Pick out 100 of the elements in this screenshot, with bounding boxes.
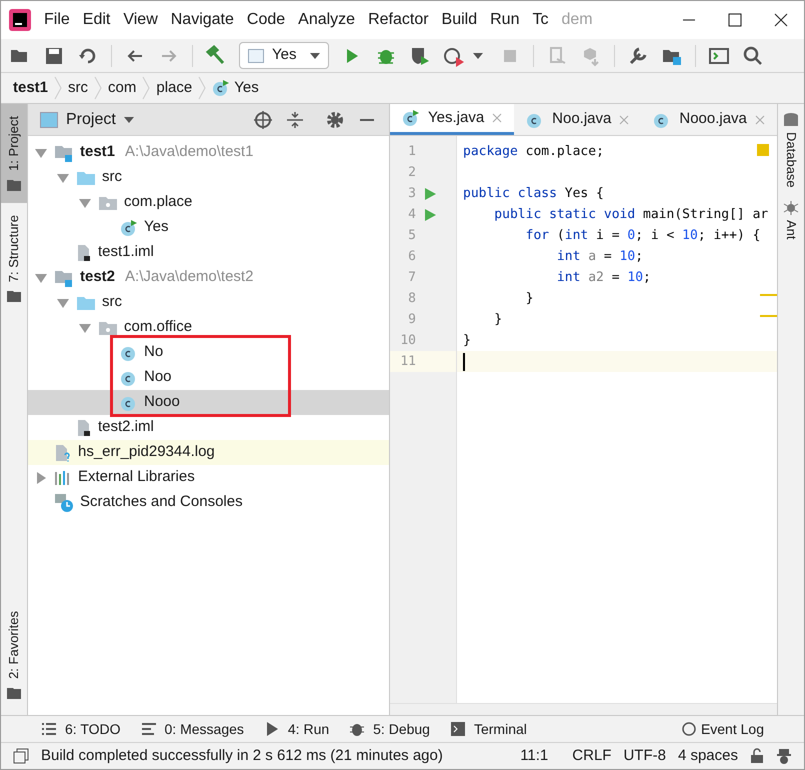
bug-icon	[349, 721, 366, 737]
panel-window-icon	[40, 112, 58, 128]
tool-window-button[interactable]: 6: TODO	[41, 718, 121, 740]
code-token: ; i <	[635, 226, 676, 245]
package-icon	[98, 320, 118, 336]
chevron-separator-icon	[53, 75, 64, 101]
panel-title[interactable]: Project	[66, 108, 116, 132]
file-encoding[interactable]: UTF-8	[623, 744, 666, 768]
settings-icon[interactable]	[325, 110, 345, 130]
caret-icon[interactable]	[124, 116, 134, 122]
menu-item[interactable]: File	[44, 8, 70, 32]
tree-item-label: Scratches and Consoles	[80, 492, 243, 512]
text-cursor	[463, 352, 465, 370]
menu-item[interactable]: Code	[246, 8, 286, 32]
tool-window-button[interactable]: Terminal	[450, 718, 527, 740]
code-token: ;	[635, 248, 644, 266]
tree-item[interactable]: test2.iml	[28, 415, 389, 440]
line-number: 6	[407, 248, 417, 266]
tool-window-tab[interactable]: 2: Favorites	[1, 599, 27, 711]
libraries-icon	[54, 470, 72, 486]
code-token: com.place;	[524, 142, 604, 161]
unknown-file-icon	[54, 444, 72, 462]
editor-tab[interactable]: Yes.java	[390, 104, 514, 135]
event-log-button[interactable]: Event Log	[680, 718, 764, 740]
tool-window-button[interactable]: 5: Debug	[349, 718, 430, 740]
code-token: }	[524, 290, 534, 308]
code-token: package	[463, 142, 518, 161]
code-token: int	[556, 248, 580, 266]
code-token: int	[564, 226, 588, 245]
breadcrumb-item[interactable]: Yes	[234, 76, 259, 100]
caret-position[interactable]: 11:1	[520, 744, 548, 768]
collapse-all-icon[interactable]	[285, 110, 305, 130]
module-path: A:\Java\demo\test1	[125, 142, 254, 162]
editor-tab[interactable]: Nooo.java	[641, 104, 777, 135]
crosshair-icon[interactable]	[253, 110, 273, 130]
tree-item[interactable]: src	[28, 165, 389, 190]
menu-item[interactable]: Tc	[532, 8, 548, 32]
menu-item[interactable]: Navigate	[170, 8, 234, 32]
line-separator[interactable]: CRLF	[572, 744, 612, 768]
tree-item-label: Nooo	[144, 392, 180, 412]
tool-window-tab[interactable]: Ant	[781, 200, 801, 240]
caret-icon[interactable]	[473, 52, 483, 58]
line-number: 10	[399, 332, 417, 350]
menu-item[interactable]: Edit	[82, 8, 110, 32]
menu-item[interactable]: Run	[490, 8, 520, 32]
tool-window-tab[interactable]: 1: Project	[1, 104, 27, 203]
breadcrumb-item[interactable]: place	[156, 76, 192, 100]
chevron-separator-icon	[141, 75, 152, 101]
code-token: Yes {	[564, 184, 604, 203]
tree-item[interactable]: External Libraries	[28, 465, 389, 490]
code-token: }	[493, 310, 502, 329]
menu-item[interactable]: Analyze	[298, 8, 356, 32]
tree-item[interactable]: Yes	[28, 215, 389, 240]
tree-item-label: test2	[80, 267, 116, 288]
tree-item[interactable]: com.place	[28, 190, 389, 215]
tree-item[interactable]: test2 A:\Java\demo\test2	[28, 265, 389, 290]
inspector-icon[interactable]	[776, 748, 792, 764]
menu-item[interactable]: Build	[442, 8, 478, 32]
code-token: ; i++) {	[698, 226, 760, 245]
file-icon	[76, 418, 92, 436]
tree-item[interactable]: test1.iml	[28, 240, 389, 265]
caret-icon	[310, 52, 320, 58]
menu-item[interactable]: View	[123, 8, 158, 32]
collapsed-arrow-icon	[34, 470, 48, 484]
tree-item-label: src	[102, 167, 122, 188]
panel-toggle-icon[interactable]	[13, 748, 29, 764]
breadcrumb-item[interactable]: com	[108, 76, 136, 100]
code-token: (	[556, 226, 565, 245]
dropdown-value: Yes	[272, 45, 296, 66]
tool-window-tab[interactable]: 7: Structure	[1, 202, 27, 314]
tree-item-label: com.office	[124, 317, 192, 338]
breadcrumb-item[interactable]: src	[68, 76, 88, 100]
run-configuration-dropdown[interactable]: Yes	[239, 42, 329, 69]
tree-item[interactable]: No	[28, 340, 389, 365]
tree-item[interactable]: Scratches and Consoles	[28, 490, 389, 515]
source-folder-icon	[76, 170, 96, 186]
breadcrumb-item[interactable]: test1	[13, 76, 48, 100]
tree-item[interactable]: hs_err_pid29344.log	[28, 440, 389, 465]
code-token: i =	[595, 226, 621, 245]
tree-item[interactable]: src	[28, 290, 389, 315]
code-token: 10	[620, 248, 636, 266]
code-token: 10	[682, 226, 698, 245]
app-logo-icon	[9, 9, 31, 31]
tool-window-tab[interactable]: Database	[781, 112, 801, 188]
warning-stripe	[760, 294, 777, 296]
tree-item[interactable]: com.office	[28, 315, 389, 340]
tool-window-button[interactable]: 0: Messages	[140, 718, 244, 740]
lock-icon[interactable]	[750, 748, 764, 764]
line-number: 1	[407, 142, 417, 161]
tool-window-button[interactable]: 4: Run	[264, 718, 330, 740]
tree-item[interactable]: Nooo	[28, 390, 389, 415]
window-title: dem	[561, 10, 594, 30]
editor-tab[interactable]: Noo.java	[514, 104, 642, 135]
package-icon	[98, 194, 118, 210]
list-icon	[41, 721, 57, 737]
line-number: 11	[399, 352, 417, 371]
indent-setting[interactable]: 4 spaces	[678, 744, 738, 768]
tree-item[interactable]: Noo	[28, 365, 389, 390]
menu-item[interactable]: Refactor	[368, 8, 429, 32]
tree-item[interactable]: test1 A:\Java\demo\test1	[28, 140, 389, 165]
